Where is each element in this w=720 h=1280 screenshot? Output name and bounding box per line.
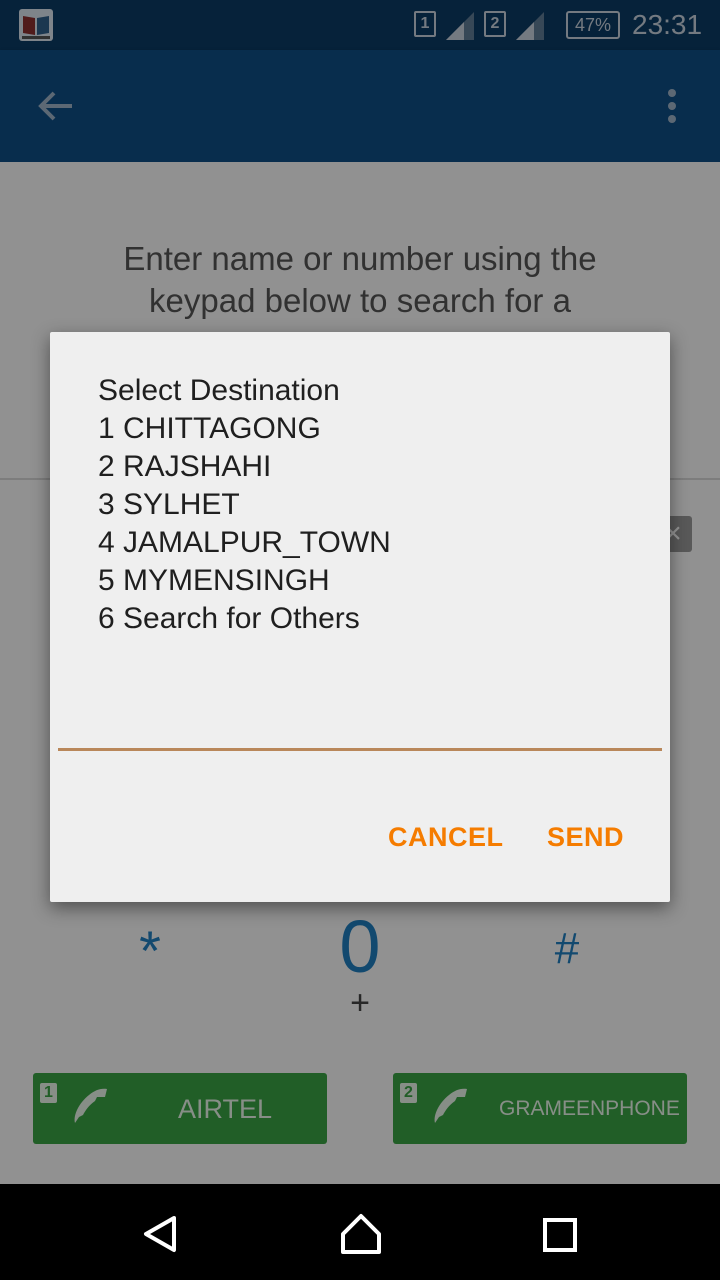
response-input-underline: [58, 748, 662, 751]
home-icon[interactable]: [339, 1212, 383, 1256]
back-triangle-icon[interactable]: [140, 1214, 180, 1254]
recents-square-icon[interactable]: [542, 1217, 578, 1253]
ussd-dialog: Select Destination 1 CHITTAGONG 2 RAJSHA…: [50, 332, 670, 902]
response-input[interactable]: [58, 692, 662, 746]
cancel-button[interactable]: CANCEL: [388, 822, 504, 853]
send-button[interactable]: SEND: [547, 822, 624, 853]
navigation-bar: [0, 1184, 720, 1280]
dialog-message: Select Destination 1 CHITTAGONG 2 RAJSHA…: [98, 374, 391, 635]
